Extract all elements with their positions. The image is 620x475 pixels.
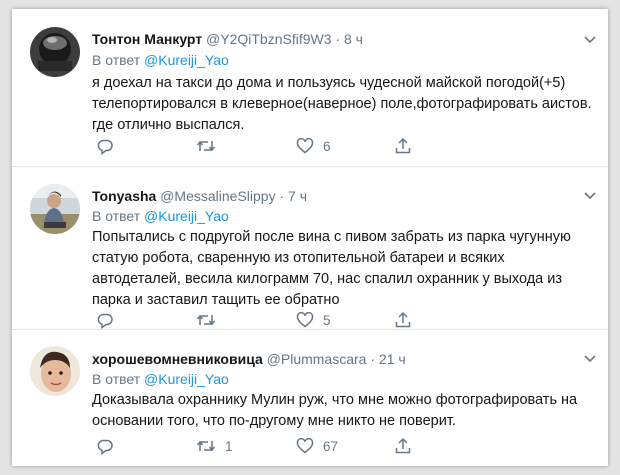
share-button[interactable] — [394, 436, 412, 456]
display-name[interactable]: хорошевомневниковица — [92, 351, 263, 367]
heart-icon — [296, 437, 314, 454]
retweet-button[interactable] — [196, 136, 225, 156]
tweet-3[interactable]: хорошевомневниковица @Plummascara · 21 ч… — [12, 330, 608, 466]
reply-icon — [97, 313, 113, 329]
tweet-2[interactable]: Tonyasha @MessalineSlippy · 7 ч В ответ … — [12, 167, 608, 329]
share-icon — [395, 137, 411, 154]
reply-context: В ответ @Kureiji_Yao — [92, 371, 229, 387]
tweet-actions: 5 — [92, 310, 492, 330]
reply-button[interactable] — [96, 310, 123, 330]
share-button[interactable] — [394, 310, 412, 330]
tweet-header: хорошевомневниковица @Plummascara · 21 ч — [92, 351, 406, 367]
chevron-down-icon[interactable] — [584, 35, 596, 45]
like-count: 5 — [323, 312, 331, 328]
tweet-text-line: автодеталей, весила килограмм 70, нас сп… — [92, 271, 563, 287]
tweet-text: Доказывала охраннику Мулин руж, что мне … — [92, 390, 592, 432]
chevron-down-icon[interactable] — [584, 191, 596, 201]
like-button[interactable]: 67 — [296, 436, 338, 456]
display-name[interactable]: Тонтон Манкурт — [92, 31, 202, 47]
tweet-text-line: основании того, что по-другому мне никто… — [92, 413, 456, 429]
share-button[interactable] — [394, 136, 412, 156]
avatar[interactable] — [30, 184, 80, 234]
tweet-actions: 1 67 — [92, 436, 492, 456]
reply-prefix: В ответ — [92, 208, 141, 224]
tweet-text-line: я доехал на такси до дома и пользуясь чу… — [92, 75, 566, 91]
tweet-header: Tonyasha @MessalineSlippy · 7 ч — [92, 188, 307, 204]
reply-to-link[interactable]: @Kureiji_Yao — [144, 371, 229, 387]
separator-dot: · — [335, 31, 341, 47]
avatar[interactable] — [30, 346, 80, 396]
like-button[interactable]: 5 — [296, 310, 331, 330]
tweet-text: Попытались с подругой после вина с пивом… — [92, 227, 592, 311]
reply-icon — [97, 439, 113, 455]
retweet-icon — [196, 314, 216, 326]
reply-context: В ответ @Kureiji_Yao — [92, 208, 229, 224]
like-count: 67 — [323, 438, 339, 454]
reply-context: В ответ @Kureiji_Yao — [92, 52, 229, 68]
reply-button[interactable] — [96, 136, 123, 156]
tweet-text-line: где отлично выспался. — [92, 117, 245, 133]
separator-dot: · — [279, 188, 285, 204]
like-button[interactable]: 6 — [296, 136, 331, 156]
tweet-text: я доехал на такси до дома и пользуясь чу… — [92, 73, 592, 136]
retweet-icon — [196, 440, 216, 452]
tweet-header: Тонтон Манкурт @Y2QiTbznSfif9W3 · 8 ч — [92, 31, 363, 47]
reply-to-link[interactable]: @Kureiji_Yao — [144, 208, 229, 224]
user-handle[interactable]: @Y2QiTbznSfif9W3 — [206, 31, 331, 47]
reply-button[interactable] — [96, 436, 123, 456]
tweet-text-line: Попытались с подругой после вина с пивом… — [92, 229, 571, 245]
tweet-text-line: статую робота, сваренную из отопительной… — [92, 250, 505, 266]
reply-to-link[interactable]: @Kureiji_Yao — [144, 52, 229, 68]
retweet-button[interactable]: 1 — [196, 436, 233, 456]
user-handle[interactable]: @MessalineSlippy — [160, 188, 275, 204]
share-icon — [395, 311, 411, 328]
reply-prefix: В ответ — [92, 52, 141, 68]
reply-prefix: В ответ — [92, 371, 141, 387]
chevron-down-icon[interactable] — [584, 354, 596, 364]
timestamp[interactable]: 8 ч — [344, 31, 363, 47]
tweet-text-line: Доказывала охраннику Мулин руж, что мне … — [92, 392, 578, 408]
share-icon — [395, 437, 411, 454]
tweet-1[interactable]: Тонтон Манкурт @Y2QiTbznSfif9W3 · 8 ч В … — [12, 9, 608, 166]
reply-icon — [97, 139, 113, 155]
heart-icon — [296, 311, 314, 328]
retweet-button[interactable] — [196, 310, 225, 330]
like-count: 6 — [323, 138, 331, 154]
tweet-text-line: телепортировался в клеверное(наверное) п… — [92, 96, 592, 112]
heart-icon — [296, 137, 314, 154]
tweet-text-line: парка и заставил тащить ее обратно — [92, 292, 340, 308]
user-handle[interactable]: @Plummascara — [267, 351, 367, 367]
display-name[interactable]: Tonyasha — [92, 188, 156, 204]
avatar[interactable] — [30, 27, 80, 77]
timestamp[interactable]: 7 ч — [288, 188, 307, 204]
retweet-icon — [196, 140, 216, 152]
retweet-count: 1 — [225, 438, 233, 454]
tweet-actions: 6 — [92, 136, 492, 156]
separator-dot: · — [370, 351, 376, 367]
timestamp[interactable]: 21 ч — [379, 351, 406, 367]
tweet-thread: Тонтон Манкурт @Y2QiTbznSfif9W3 · 8 ч В … — [12, 9, 608, 466]
